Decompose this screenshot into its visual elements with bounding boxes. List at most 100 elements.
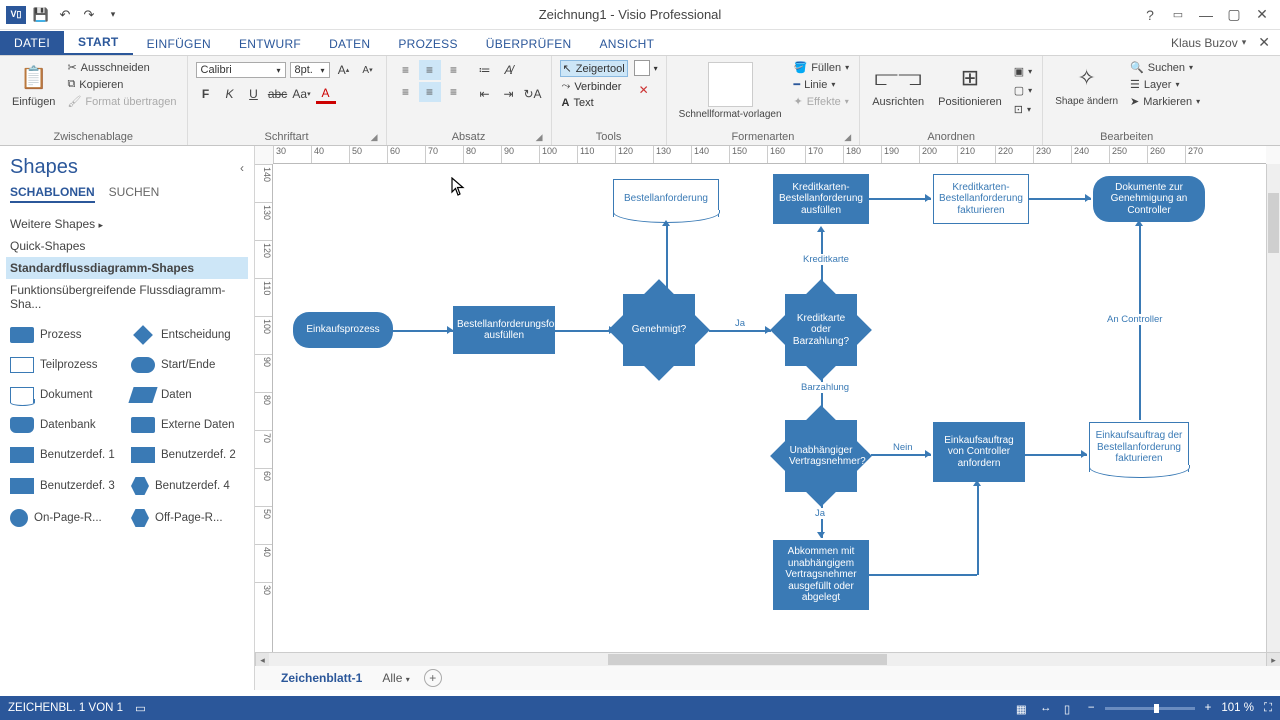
shape-data[interactable]: Daten xyxy=(129,381,246,409)
cat-cross-functional[interactable]: Funktionsübergreifende Flussdiagramm-Sha… xyxy=(6,279,248,315)
rectangle-tool-icon[interactable] xyxy=(634,60,650,76)
shape-decision[interactable]: Entscheidung xyxy=(129,321,246,349)
node-card-fill[interactable]: Kreditkarten-Bestellanforderung ausfülle… xyxy=(773,174,869,224)
node-card-invoice[interactable]: Kreditkarten-Bestellanforderung fakturie… xyxy=(933,174,1029,224)
align-top-left-icon[interactable]: ≡ xyxy=(395,60,417,80)
pointer-tool-button[interactable]: ↖Zeigertool xyxy=(560,60,628,77)
connector[interactable] xyxy=(871,454,931,456)
group-icon[interactable]: ⊡ ▾ xyxy=(1012,102,1034,117)
connector-tool-button[interactable]: ⤳Verbinder xyxy=(560,79,628,94)
node-docs-controller[interactable]: Dokumente zur Genehmigung an Controller xyxy=(1093,176,1205,222)
vertical-scrollbar[interactable] xyxy=(1266,164,1280,652)
fill-button[interactable]: 🪣Füllen▾ xyxy=(792,60,852,75)
scroll-right-icon[interactable]: ▸ xyxy=(1266,653,1280,666)
view-width-icon[interactable]: ↔ xyxy=(1040,702,1054,714)
fit-window-icon[interactable]: ⛶ xyxy=(1264,702,1272,715)
bring-front-icon[interactable]: ▣ ▾ xyxy=(1012,64,1034,79)
font-size-combo[interactable]: 8pt.▾ xyxy=(290,62,330,78)
tab-ansicht[interactable]: ANSICHT xyxy=(585,33,668,55)
cut-button[interactable]: ✂Ausschneiden xyxy=(65,60,178,75)
node-po-controller[interactable]: Einkaufsauftrag von Controller anfordern xyxy=(933,422,1025,482)
shape-custom3[interactable]: Benutzerdef. 3 xyxy=(8,471,125,501)
shape-external-data[interactable]: Externe Daten xyxy=(129,411,246,439)
tab-ueberpruefen[interactable]: ÜBERPRÜFEN xyxy=(472,33,586,55)
tab-daten[interactable]: DATEN xyxy=(315,33,384,55)
delete-tool-icon[interactable]: ✕ xyxy=(634,80,654,100)
node-card-or-cash[interactable]: Kreditkarte oder Barzahlung? xyxy=(785,294,857,366)
qat-more-icon[interactable]: ▾ xyxy=(104,6,122,24)
connector[interactable] xyxy=(869,198,931,200)
shape-database[interactable]: Datenbank xyxy=(8,411,125,439)
align-top-right-icon[interactable]: ≡ xyxy=(443,60,465,80)
node-approve[interactable]: Genehmigt? xyxy=(623,294,695,366)
position-button[interactable]: ⊞Positionieren xyxy=(934,60,1006,110)
connector[interactable] xyxy=(1025,454,1087,456)
align-mid-center-icon[interactable]: ≡ xyxy=(419,82,441,102)
tab-schablonen[interactable]: SCHABLONEN xyxy=(10,185,95,203)
shape-custom4[interactable]: Benutzerdef. 4 xyxy=(129,471,246,501)
underline-button[interactable]: U xyxy=(244,84,264,104)
align-mid-left-icon[interactable]: ≡ xyxy=(395,82,417,102)
user-account[interactable]: Klaus Buzov▾✕ xyxy=(1161,30,1280,55)
save-icon[interactable]: 💾 xyxy=(32,6,50,24)
node-agreement[interactable]: Abkommen mit unabhängigem Vertragsnehmer… xyxy=(773,540,869,610)
font-name-combo[interactable]: Calibri▾ xyxy=(196,62,286,78)
zoom-in-icon[interactable]: + xyxy=(1205,702,1212,714)
tab-datei[interactable]: DATEI xyxy=(0,31,64,55)
zoom-out-icon[interactable]: − xyxy=(1088,702,1095,714)
align-button[interactable]: ⫍⫎Ausrichten xyxy=(868,60,928,110)
italic-button[interactable]: K xyxy=(220,84,240,104)
shape-custom2[interactable]: Benutzerdef. 2 xyxy=(129,441,246,469)
shape-custom1[interactable]: Benutzerdef. 1 xyxy=(8,441,125,469)
page-tab-1[interactable]: Zeichenblatt-1 xyxy=(275,668,368,688)
view-full-icon[interactable]: ▦ xyxy=(1016,702,1030,714)
maximize-icon[interactable]: ▢ xyxy=(1222,6,1246,23)
font-color-button[interactable]: A xyxy=(316,84,336,104)
connector[interactable] xyxy=(869,574,977,576)
connector[interactable] xyxy=(555,330,615,332)
cat-quick-shapes[interactable]: Quick-Shapes xyxy=(6,235,248,257)
drawing-page[interactable]: Einkaufsprozess Bestellanforderungsformu… xyxy=(273,164,1266,652)
align-top-center-icon[interactable]: ≡ xyxy=(419,60,441,80)
macro-record-icon[interactable]: ▭ xyxy=(135,701,146,715)
add-page-button[interactable]: + xyxy=(424,669,442,687)
shape-offpage-ref[interactable]: Off-Page-R... xyxy=(129,503,246,533)
bold-button[interactable]: F xyxy=(196,84,216,104)
case-button[interactable]: Aa▾ xyxy=(292,84,312,104)
collapse-pane-icon[interactable]: ‹ xyxy=(240,161,244,175)
zoom-slider[interactable] xyxy=(1105,707,1195,710)
copy-button[interactable]: ⧉Kopieren xyxy=(65,77,178,92)
shrink-font-icon[interactable]: A▾ xyxy=(358,60,378,80)
close-icon[interactable]: ✕ xyxy=(1250,6,1274,23)
tab-entwurf[interactable]: ENTWURF xyxy=(225,33,315,55)
view-page-icon[interactable]: ▯ xyxy=(1064,702,1078,714)
dialog-launcher-icon[interactable]: ◢ xyxy=(536,132,543,143)
connector[interactable] xyxy=(666,224,668,294)
node-form[interactable]: Bestellanforderungsformular ausfüllen xyxy=(453,306,555,354)
decrease-indent-icon[interactable]: ⇤ xyxy=(475,84,495,104)
rotate-text-icon[interactable]: ↻A xyxy=(523,84,543,104)
connector[interactable] xyxy=(977,484,979,575)
connector[interactable] xyxy=(1029,198,1091,200)
node-start[interactable]: Einkaufsprozess xyxy=(293,312,393,348)
quick-styles-button[interactable]: Schnellformat-vorlagen xyxy=(675,60,786,122)
shape-document[interactable]: Dokument xyxy=(8,381,125,409)
tab-start[interactable]: START xyxy=(64,31,133,55)
find-button[interactable]: 🔍Suchen▾ xyxy=(1128,60,1202,75)
text-tool-button[interactable]: AText xyxy=(560,96,628,110)
zoom-value[interactable]: 101 % xyxy=(1221,702,1254,714)
shape-onpage-ref[interactable]: On-Page-R... xyxy=(8,503,125,533)
page-tab-all[interactable]: Alle ▾ xyxy=(382,671,409,685)
format-painter-button[interactable]: 🖌Format übertragen xyxy=(65,94,178,109)
increase-indent-icon[interactable]: ⇥ xyxy=(499,84,519,104)
node-doc-request[interactable]: Bestellanforderung xyxy=(613,179,719,217)
layer-button[interactable]: ☰Layer▾ xyxy=(1128,77,1202,92)
bullets-icon[interactable]: ≔ xyxy=(475,60,495,80)
horizontal-scrollbar[interactable]: ◂ ▸ xyxy=(255,652,1280,666)
cat-standard-flowchart[interactable]: Standardflussdiagramm-Shapes xyxy=(6,257,248,279)
change-shape-button[interactable]: ✧Shape ändern xyxy=(1051,60,1122,109)
paste-button[interactable]: 📋Einfügen xyxy=(8,60,59,110)
tab-suchen[interactable]: SUCHEN xyxy=(109,185,160,203)
line-button[interactable]: ━Linie▾ xyxy=(792,77,852,92)
shape-subprocess[interactable]: Teilprozess xyxy=(8,351,125,379)
